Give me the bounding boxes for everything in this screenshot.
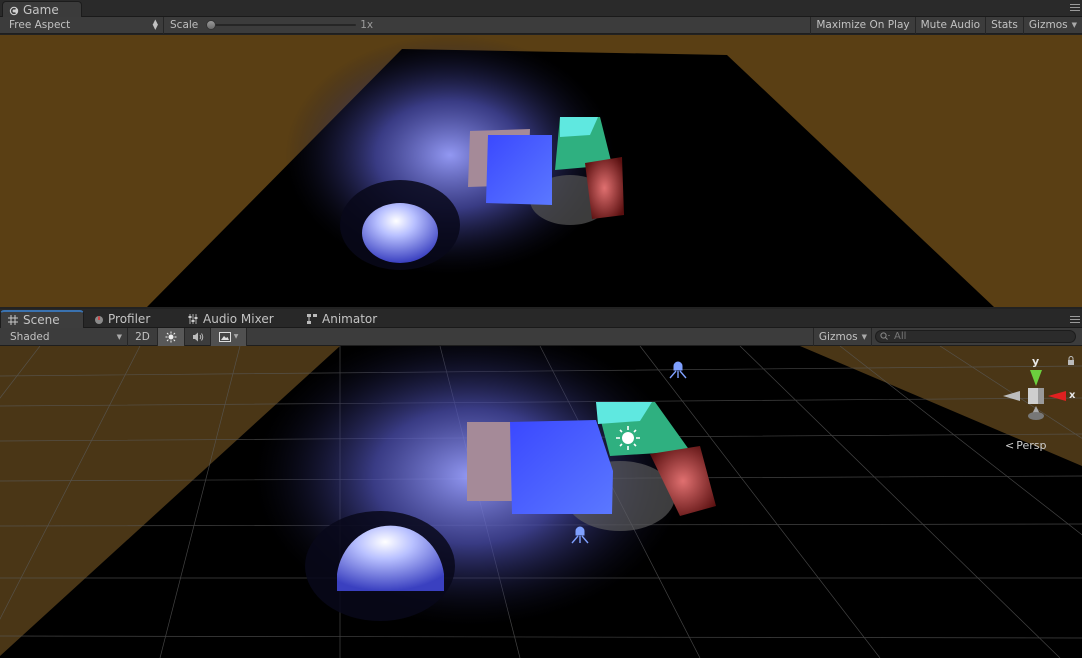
- game-panel-menu-icon[interactable]: [1070, 4, 1080, 13]
- chevron-updown-icon: ▲ ▼: [152, 18, 158, 31]
- tab-audio-mixer[interactable]: Audio Mixer: [181, 311, 282, 327]
- scale-label: Scale: [170, 19, 199, 31]
- chevron-down-icon: ▼: [116, 332, 122, 341]
- tab-scene[interactable]: Scene: [0, 310, 84, 328]
- game-tabbar: Game: [0, 0, 1082, 17]
- stats-button[interactable]: Stats: [986, 16, 1024, 34]
- scene-tabbar: Scene Profiler Audio Mixer Animator: [0, 309, 1082, 328]
- sun-icon: [165, 331, 177, 343]
- scene-orientation-gizmo[interactable]: y x < Persp: [1000, 350, 1082, 452]
- grid-icon: [7, 314, 19, 326]
- image-icon: [218, 331, 231, 342]
- game-toolbar: Free Aspect ▲ ▼ Scale 1x Maximize On Play…: [0, 16, 1082, 34]
- scene-audio-toggle[interactable]: [185, 327, 211, 346]
- shading-mode-dropdown[interactable]: Shaded ▼: [0, 327, 128, 346]
- animator-icon: [306, 313, 318, 325]
- search-icon: [880, 332, 891, 341]
- tab-profiler-label: Profiler: [108, 312, 151, 326]
- aspect-dropdown[interactable]: Free Aspect ▲ ▼: [0, 16, 164, 34]
- scene-panel-menu-icon[interactable]: [1070, 316, 1080, 325]
- y-axis-cone: [1030, 370, 1042, 386]
- projection-toggle[interactable]: < Persp: [1005, 439, 1046, 452]
- cube-red: [585, 157, 624, 219]
- tab-game-label: Game: [23, 2, 59, 17]
- scene-gizmos-dropdown[interactable]: Gizmos ▼: [814, 327, 872, 346]
- scene-lighting-toggle[interactable]: [158, 327, 185, 346]
- maximize-on-play-button[interactable]: Maximize On Play: [811, 16, 916, 34]
- shading-mode-label: Shaded: [10, 330, 50, 343]
- tab-animator-label: Animator: [322, 312, 378, 326]
- sphere: [362, 203, 438, 263]
- x-axis-cone: [1048, 391, 1066, 401]
- scene-toolbar: Shaded ▼ 2D ▼ Gizmos ▼ All: [0, 327, 1082, 346]
- chevron-down-icon: ▼: [233, 333, 239, 340]
- scale-slider[interactable]: [206, 20, 357, 30]
- scene-effects-dropdown[interactable]: ▼: [211, 327, 247, 346]
- tab-audio-mixer-label: Audio Mixer: [203, 312, 274, 326]
- tab-scene-label: Scene: [23, 313, 60, 327]
- projection-label: Persp: [1016, 439, 1047, 452]
- game-controller-icon: [9, 5, 19, 15]
- scale-slider-thumb[interactable]: [206, 20, 217, 30]
- padlock-icon[interactable]: [1067, 356, 1075, 366]
- tab-animator[interactable]: Animator: [300, 311, 385, 327]
- chevron-down-icon: ▼: [1071, 21, 1077, 29]
- game-viewport[interactable]: [0, 35, 1082, 307]
- tab-profiler[interactable]: Profiler: [88, 311, 158, 327]
- cube-blue: [486, 135, 552, 205]
- game-gizmos-label: Gizmos: [1028, 19, 1068, 31]
- scene-render: [0, 346, 1082, 658]
- 2d-toggle[interactable]: 2D: [128, 327, 158, 346]
- tab-game[interactable]: Game: [2, 1, 82, 17]
- game-gizmos-dropdown[interactable]: Gizmos ▼: [1024, 17, 1082, 34]
- speaker-icon: [192, 331, 204, 343]
- chevron-down-icon: ▼: [861, 332, 867, 341]
- profiler-icon: [94, 314, 104, 324]
- scene-gizmos-label: Gizmos: [818, 330, 858, 343]
- perspective-chevron-icon: <: [1005, 439, 1015, 452]
- scale-value: 1x: [360, 19, 374, 31]
- gizmo-x-label: x: [1069, 390, 1076, 401]
- neg-x-axis-cone: [1003, 391, 1020, 401]
- hierarchy-search-input[interactable]: All: [875, 330, 1076, 343]
- scale-control: Scale 1x: [164, 17, 373, 34]
- aspect-dropdown-label: Free Aspect: [9, 19, 71, 31]
- search-placeholder: All: [894, 331, 907, 342]
- mute-audio-button[interactable]: Mute Audio: [916, 16, 987, 34]
- scene-viewport[interactable]: y x < Persp: [0, 346, 1082, 658]
- gizmo-y-label: y: [1032, 355, 1040, 368]
- scene-cube-blue: [510, 420, 613, 514]
- audio-mixer-icon: [187, 313, 199, 325]
- game-render: [147, 35, 994, 307]
